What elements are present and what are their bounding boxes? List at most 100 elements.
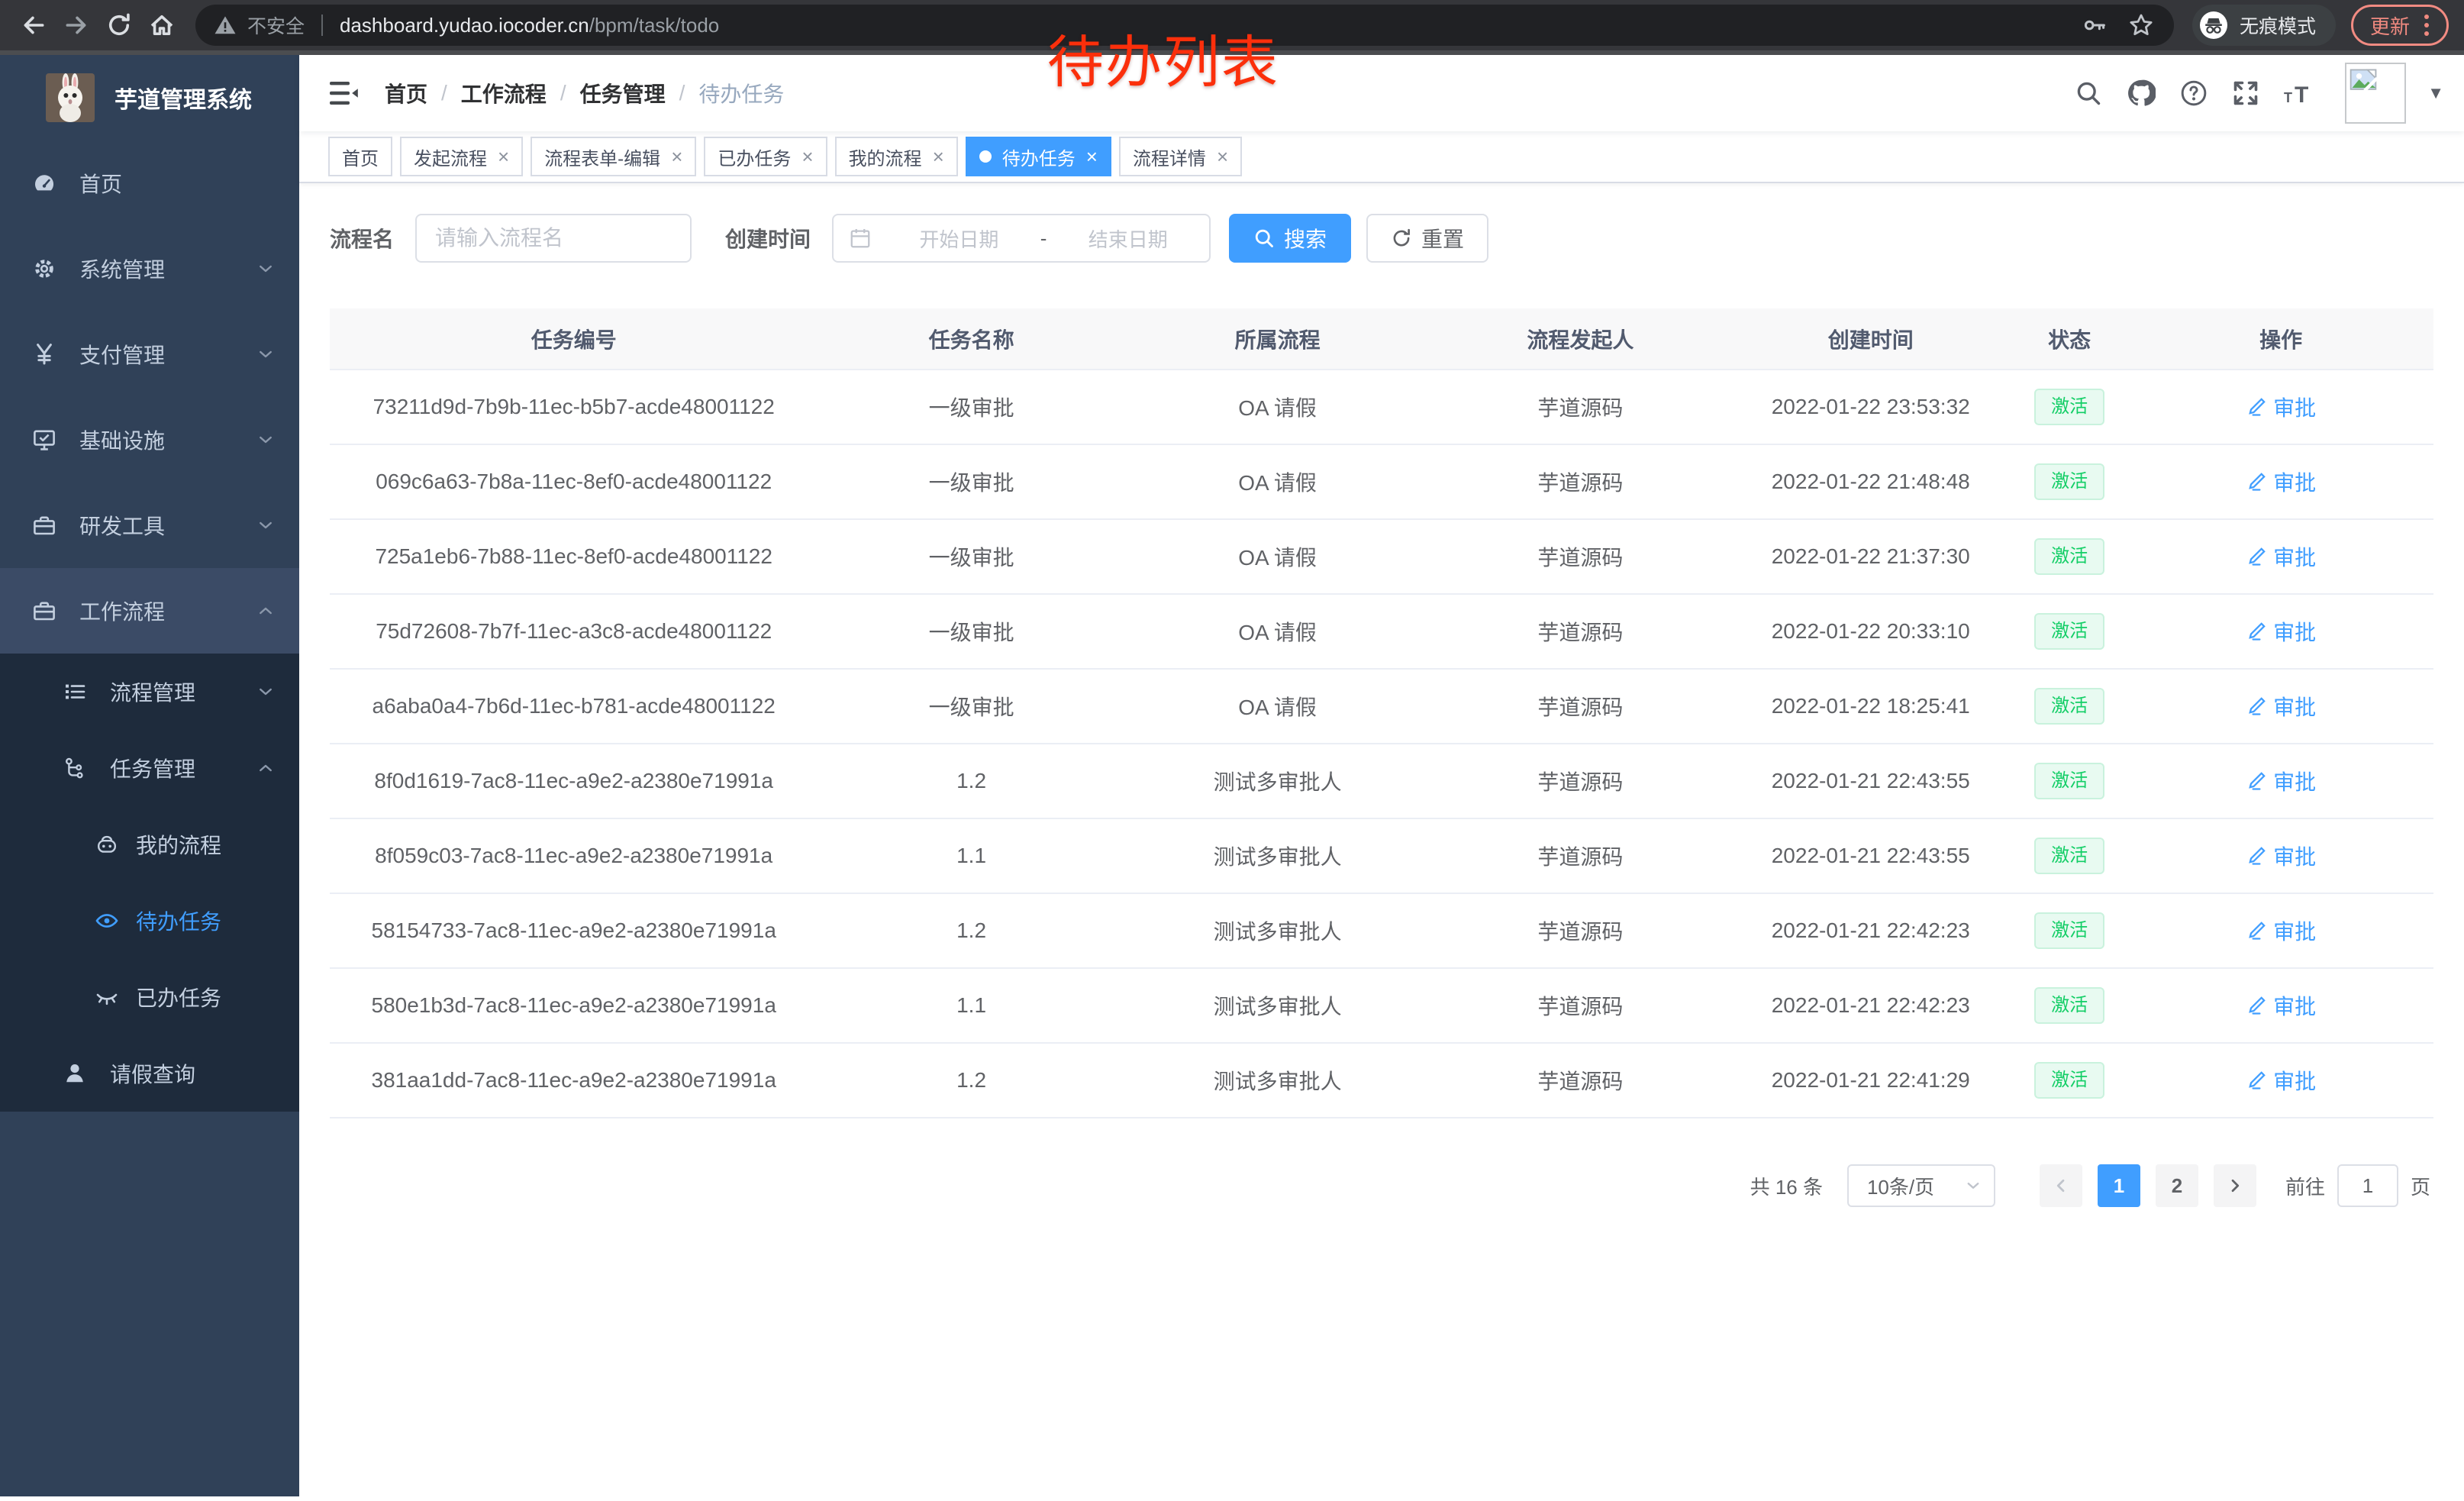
url-host[interactable]: dashboard.yudao.iocoder.cn (340, 14, 589, 37)
github-icon[interactable] (2127, 79, 2156, 108)
approve-button[interactable]: 审批 (2246, 541, 2316, 572)
tab-home[interactable]: 首页 (328, 137, 392, 176)
refresh-icon (1391, 228, 1412, 249)
sidebar-item-infrastructure[interactable]: 基础设施 (0, 397, 299, 483)
end-date-placeholder[interactable]: 结束日期 (1047, 224, 1209, 253)
breadcrumb-home[interactable]: 首页 (385, 78, 427, 108)
robot-icon (95, 832, 119, 857)
search-icon[interactable] (2075, 79, 2102, 107)
sidebar-item-system[interactable]: 系统管理 (0, 226, 299, 311)
sidebar-item-home[interactable]: 首页 (0, 140, 299, 226)
sidebar-item-payment[interactable]: 支付管理 (0, 311, 299, 397)
page-button-1[interactable]: 1 (2098, 1164, 2140, 1207)
sidebar-item-label: 待办任务 (136, 905, 221, 936)
breadcrumb: 首页 / 工作流程 / 任务管理 / 待办任务 (385, 78, 784, 108)
cell-starter: 芋道源码 (1430, 594, 1730, 669)
approve-button[interactable]: 审批 (2246, 392, 2316, 422)
bookmark-star-icon[interactable] (2128, 12, 2154, 38)
password-key-icon[interactable] (2082, 13, 2107, 37)
cell-created: 2022-01-22 23:53:32 (1730, 370, 2011, 444)
approve-button[interactable]: 审批 (2246, 466, 2316, 497)
close-icon[interactable]: × (1217, 147, 1228, 166)
approve-button[interactable]: 审批 (2246, 990, 2316, 1021)
tab-todo-tasks[interactable]: 待办任务× (966, 137, 1111, 176)
prev-page-button[interactable] (2040, 1164, 2082, 1207)
browser-home-button[interactable] (140, 4, 183, 47)
fullscreen-icon[interactable] (2232, 79, 2259, 107)
close-icon[interactable]: × (498, 147, 509, 166)
list-tree-icon (63, 679, 87, 704)
table-header-row: 任务编号 任务名称 所属流程 流程发起人 创建时间 状态 操作 (330, 308, 2433, 370)
table-row: 580e1b3d-7ac8-11ec-a9e2-a2380e71991a 1.1… (330, 968, 2433, 1043)
avatar[interactable] (2345, 63, 2406, 124)
approve-button[interactable]: 审批 (2246, 766, 2316, 796)
browser-reload-button[interactable] (98, 4, 140, 47)
goto-page-input[interactable] (2337, 1164, 2398, 1207)
edit-icon (2246, 920, 2267, 941)
reload-icon (106, 12, 132, 38)
process-name-label: 流程名 (330, 223, 394, 253)
sidebar-logo[interactable]: 芋道管理系统 (0, 55, 299, 140)
close-icon[interactable]: × (933, 147, 944, 166)
briefcase-icon (32, 513, 56, 537)
dashboard-icon (32, 171, 56, 195)
approve-button[interactable]: 审批 (2246, 915, 2316, 946)
screenshot-stage: 不安全 dashboard.yudao.iocoder.cn/bpm/task/… (0, 0, 2464, 1501)
update-label[interactable]: 更新 (2370, 11, 2410, 40)
sidebar-item-todo-tasks[interactable]: 待办任务 (0, 883, 299, 959)
font-size-icon[interactable]: TT (2284, 79, 2314, 107)
chevron-down-icon (256, 431, 275, 449)
page-button-2[interactable]: 2 (2156, 1164, 2198, 1207)
tab-done-tasks[interactable]: 已办任务× (704, 137, 827, 176)
avatar-caret-icon[interactable]: ▼ (2427, 83, 2444, 103)
not-secure-warning-icon (214, 14, 237, 37)
reset-button[interactable]: 重置 (1366, 214, 1488, 263)
tab-process-detail[interactable]: 流程详情× (1119, 137, 1242, 176)
tab-start-process[interactable]: 发起流程× (400, 137, 523, 176)
approve-button[interactable]: 审批 (2246, 841, 2316, 871)
col-starter: 流程发起人 (1430, 308, 1730, 370)
tab-process-form-edit[interactable]: 流程表单-编辑× (531, 137, 696, 176)
forward-icon (63, 12, 89, 38)
sidebar-item-dev-tools[interactable]: 研发工具 (0, 483, 299, 568)
approve-button[interactable]: 审批 (2246, 691, 2316, 721)
col-task-id: 任务编号 (330, 308, 818, 370)
help-icon[interactable] (2180, 79, 2208, 107)
close-icon[interactable]: × (801, 147, 813, 166)
cell-created: 2022-01-21 22:41:29 (1730, 1043, 2011, 1118)
tab-my-process[interactable]: 我的流程× (835, 137, 958, 176)
date-range-picker[interactable]: 开始日期 - 结束日期 (832, 214, 1211, 263)
cell-task-id: 725a1eb6-7b88-11ec-8ef0-acde48001122 (330, 519, 818, 594)
breadcrumb-task-management[interactable]: 任务管理 (580, 78, 666, 108)
sidebar-item-workflow[interactable]: 工作流程 (0, 568, 299, 654)
sidebar-item-task-management[interactable]: 任务管理 (0, 730, 299, 806)
approve-button[interactable]: 审批 (2246, 616, 2316, 647)
search-button[interactable]: 搜索 (1229, 214, 1351, 263)
approve-button[interactable]: 审批 (2246, 1065, 2316, 1096)
goto-label: 前往 (2285, 1172, 2325, 1200)
browser-forward-button[interactable] (55, 4, 98, 47)
breadcrumb-workflow[interactable]: 工作流程 (461, 78, 547, 108)
sidebar-collapse-button[interactable] (328, 80, 359, 106)
breadcrumb-separator: / (679, 81, 685, 105)
start-date-placeholder[interactable]: 开始日期 (878, 224, 1040, 253)
close-icon[interactable]: × (1086, 147, 1098, 166)
not-secure-label[interactable]: 不安全 (247, 11, 305, 39)
kebab-menu-icon[interactable] (2424, 13, 2430, 37)
process-name-input[interactable] (415, 214, 692, 263)
sidebar-item-leave-query[interactable]: 请假查询 (0, 1035, 299, 1112)
sidebar-item-done-tasks[interactable]: 已办任务 (0, 959, 299, 1035)
browser-back-button[interactable] (12, 4, 55, 47)
cell-starter: 芋道源码 (1430, 519, 1730, 594)
sidebar-item-my-process[interactable]: 我的流程 (0, 806, 299, 883)
url-path[interactable]: /bpm/task/todo (589, 14, 720, 37)
close-icon[interactable]: × (671, 147, 682, 166)
page-size-select[interactable]: 10条/页 (1847, 1164, 1995, 1207)
goto-unit: 页 (2411, 1172, 2430, 1200)
next-page-button[interactable] (2214, 1164, 2256, 1207)
cell-task-id: 069c6a63-7b8a-11ec-8ef0-acde48001122 (330, 444, 818, 519)
status-badge: 激活 (2034, 613, 2104, 650)
breadcrumb-separator: / (441, 81, 447, 105)
sidebar-item-process-management[interactable]: 流程管理 (0, 654, 299, 730)
browser-update-button[interactable]: 更新 (2351, 5, 2449, 46)
